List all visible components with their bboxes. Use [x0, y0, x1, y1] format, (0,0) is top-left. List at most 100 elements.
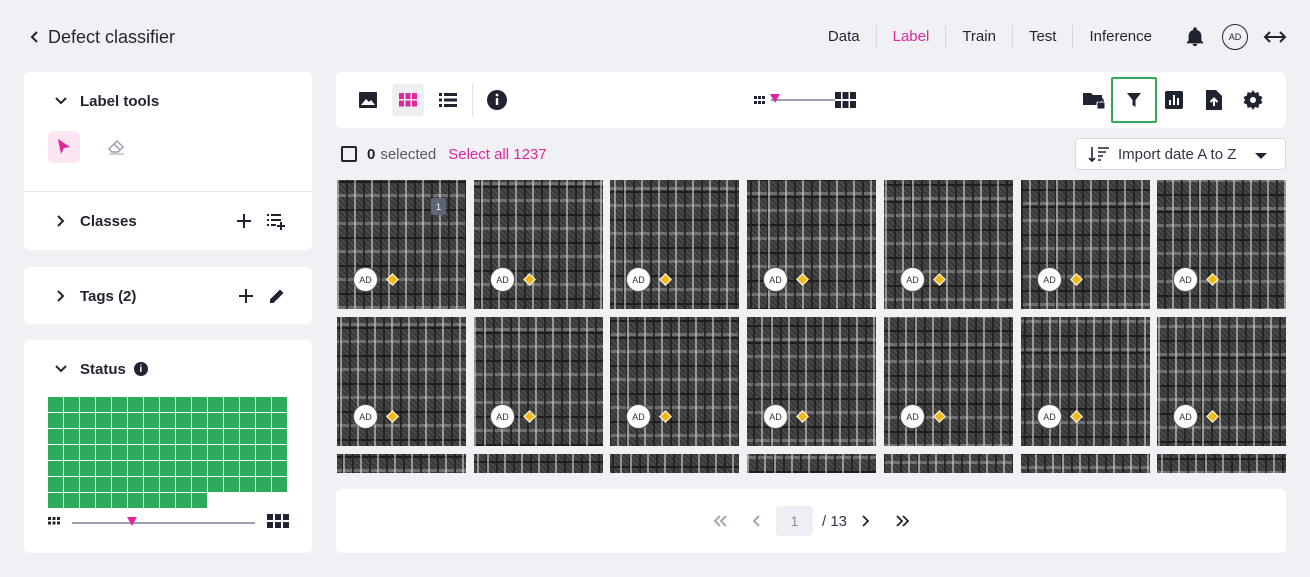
info-icon[interactable]: i: [133, 362, 148, 376]
status-cell[interactable]: [64, 461, 79, 476]
status-cell[interactable]: [224, 445, 239, 460]
select-cursor-icon[interactable]: [48, 131, 80, 163]
status-cell[interactable]: [160, 413, 175, 428]
image-thumbnail[interactable]: AD: [884, 317, 1013, 446]
status-cell[interactable]: [240, 397, 255, 412]
status-cell[interactable]: [64, 397, 79, 412]
image-thumbnail[interactable]: [884, 454, 1013, 473]
status-cell[interactable]: [160, 493, 175, 508]
image-thumbnail[interactable]: [337, 454, 466, 473]
status-cell[interactable]: [160, 445, 175, 460]
status-cell[interactable]: [224, 413, 239, 428]
status-cell[interactable]: [192, 493, 207, 508]
status-cell[interactable]: [96, 461, 111, 476]
status-cell[interactable]: [176, 493, 191, 508]
status-cell[interactable]: [64, 413, 79, 428]
status-cell[interactable]: [112, 445, 127, 460]
last-page-icon[interactable]: [893, 506, 913, 536]
status-cell[interactable]: [240, 413, 255, 428]
status-cell[interactable]: [48, 445, 63, 460]
status-cell[interactable]: [128, 397, 143, 412]
image-thumbnail[interactable]: AD: [747, 180, 876, 309]
status-cell[interactable]: [224, 477, 239, 492]
status-cell[interactable]: [128, 461, 143, 476]
status-cell[interactable]: [64, 477, 79, 492]
tags-header[interactable]: Tags (2): [24, 284, 312, 308]
status-cell[interactable]: [240, 461, 255, 476]
image-thumbnail[interactable]: AD: [474, 180, 603, 309]
status-cell[interactable]: [176, 413, 191, 428]
folder-lock-icon[interactable]: [1078, 84, 1110, 116]
status-cell[interactable]: [208, 445, 223, 460]
status-cell[interactable]: [96, 413, 111, 428]
status-cell[interactable]: [224, 461, 239, 476]
export-icon[interactable]: [1198, 84, 1230, 116]
status-cell[interactable]: [64, 445, 79, 460]
status-cell[interactable]: [112, 477, 127, 492]
status-cell[interactable]: [80, 477, 95, 492]
status-cell[interactable]: [192, 397, 207, 412]
add-tag-icon[interactable]: [238, 288, 254, 304]
status-cell[interactable]: [112, 429, 127, 444]
image-thumbnail[interactable]: [1157, 454, 1286, 473]
status-cell[interactable]: [240, 429, 255, 444]
status-cell[interactable]: [192, 429, 207, 444]
first-page-icon[interactable]: [710, 506, 730, 536]
image-thumbnail[interactable]: AD: [610, 180, 739, 309]
add-list-icon[interactable]: [266, 212, 286, 230]
status-cell[interactable]: [256, 429, 271, 444]
status-cell[interactable]: [192, 445, 207, 460]
status-cell[interactable]: [128, 477, 143, 492]
status-cell[interactable]: [272, 429, 287, 444]
status-cell[interactable]: [176, 397, 191, 412]
tab-test[interactable]: Test: [1011, 25, 1073, 49]
image-thumbnail[interactable]: [610, 454, 739, 473]
status-cell[interactable]: [48, 397, 63, 412]
sort-dropdown[interactable]: Import date A to Z: [1075, 138, 1286, 170]
edit-pencil-icon[interactable]: [268, 287, 286, 305]
status-cell[interactable]: [208, 477, 223, 492]
status-cell[interactable]: [80, 493, 95, 508]
status-cell[interactable]: [128, 493, 143, 508]
status-cell[interactable]: [192, 413, 207, 428]
tab-inference[interactable]: Inference: [1072, 25, 1168, 49]
status-cell[interactable]: [256, 445, 271, 460]
status-cell[interactable]: [160, 477, 175, 492]
status-cell[interactable]: [176, 445, 191, 460]
status-cell[interactable]: [176, 477, 191, 492]
status-cell[interactable]: [80, 429, 95, 444]
page-input[interactable]: [776, 506, 813, 536]
status-cell[interactable]: [192, 477, 207, 492]
status-cell[interactable]: [128, 413, 143, 428]
select-checkbox[interactable]: [341, 146, 357, 162]
status-cell[interactable]: [96, 477, 111, 492]
status-cell[interactable]: [80, 445, 95, 460]
slider-thumb[interactable]: [770, 94, 780, 103]
status-cell[interactable]: [112, 493, 127, 508]
status-cell[interactable]: [256, 461, 271, 476]
image-thumbnail[interactable]: AD: [1157, 180, 1286, 309]
status-cell[interactable]: [48, 429, 63, 444]
image-thumbnail[interactable]: [747, 454, 876, 473]
status-cell[interactable]: [144, 413, 159, 428]
status-cell[interactable]: [160, 429, 175, 444]
status-cell[interactable]: [144, 397, 159, 412]
status-cell[interactable]: [48, 493, 63, 508]
label-tools-header[interactable]: Label tools: [24, 89, 312, 113]
image-thumbnail[interactable]: AD: [747, 317, 876, 446]
brush-eraser-icon[interactable]: [100, 131, 132, 163]
status-cell[interactable]: [96, 493, 111, 508]
image-thumbnail[interactable]: AD: [610, 317, 739, 446]
tab-label[interactable]: Label: [875, 25, 946, 49]
status-cell[interactable]: [144, 461, 159, 476]
image-thumbnail[interactable]: AD: [1157, 317, 1286, 446]
chart-icon[interactable]: [1158, 84, 1190, 116]
status-cell[interactable]: [48, 477, 63, 492]
status-cell[interactable]: [272, 413, 287, 428]
status-cell[interactable]: [224, 429, 239, 444]
prev-page-icon[interactable]: [748, 506, 764, 536]
status-cell[interactable]: [144, 493, 159, 508]
image-thumbnail[interactable]: [474, 454, 603, 473]
image-thumbnail[interactable]: AD: [337, 317, 466, 446]
status-cell[interactable]: [144, 445, 159, 460]
